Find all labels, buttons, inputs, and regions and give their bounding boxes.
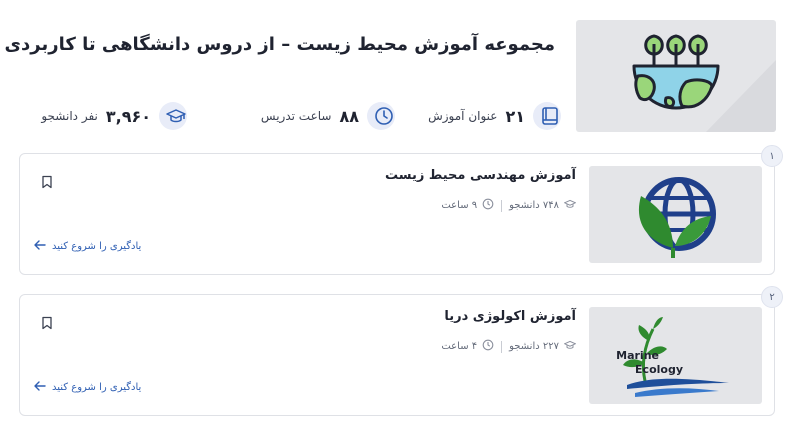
course-meta: ۲۲۷ دانشجو ۴ ساعت: [441, 339, 577, 354]
stat-students-label: نفر دانشجو: [41, 109, 98, 123]
meta-divider: [501, 340, 503, 353]
arrow-left-icon: [34, 381, 46, 394]
arrow-left-icon: [34, 240, 46, 253]
stat-students: ۳,۹۶۰ نفر دانشجو: [41, 102, 187, 130]
clock-icon: [482, 198, 494, 213]
course-card[interactable]: ۱ آموزش مهندسی محیط زیست ۷۴۸ دانشجو ۹ سا…: [19, 145, 783, 275]
course-title[interactable]: آموزش اکولوژی دریا: [444, 309, 576, 324]
collection-cover-image: [576, 20, 776, 132]
course-hours: ۴ ساعت: [441, 341, 478, 352]
stat-hours-value: ۸۸: [339, 106, 359, 126]
bookmark-icon[interactable]: [40, 174, 54, 189]
start-learning-link[interactable]: یادگیری را شروع کنید: [34, 381, 141, 394]
graduation-cap-icon: [563, 198, 577, 213]
stat-hours-label: ساعت تدریس: [260, 109, 332, 123]
stat-courses: ۲۱ عنوان آموزش: [428, 102, 561, 130]
book-icon: [533, 102, 561, 130]
course-thumbnail[interactable]: [589, 166, 762, 263]
meta-divider: [501, 199, 503, 212]
course-index: ۲: [761, 286, 783, 308]
stat-hours: ۸۸ ساعت تدریس: [261, 102, 395, 130]
course-meta: ۷۴۸ دانشجو ۹ ساعت: [441, 198, 577, 213]
ecology-label: Ecology: [635, 363, 683, 376]
course-students: ۷۴۸ دانشجو: [509, 200, 559, 211]
clock-icon: [367, 102, 395, 130]
marine-ecology-logo: Marine Ecology: [616, 317, 729, 397]
stat-students-value: ۳,۹۶۰: [105, 106, 151, 126]
clock-icon: [482, 339, 494, 354]
collection-title: مجموعه آموزش محیط زیست – از دروس دانشگاه…: [4, 34, 555, 55]
bookmark-icon[interactable]: [40, 315, 54, 330]
course-card[interactable]: ۲ Marine Ecology آموزش اکولوژی دریا ۲۲۷ …: [19, 286, 783, 416]
leaf-globe-icon: [638, 177, 716, 258]
course-hours: ۹ ساعت: [441, 200, 478, 211]
course-index: ۱: [761, 145, 783, 167]
course-title[interactable]: آموزش مهندسی محیط زیست: [385, 168, 576, 183]
start-learning-label: یادگیری را شروع کنید: [52, 382, 142, 393]
stat-courses-label: عنوان آموزش: [428, 109, 498, 123]
graduation-cap-icon: [563, 339, 577, 354]
graduation-cap-icon: [159, 102, 187, 130]
start-learning-link[interactable]: یادگیری را شروع کنید: [34, 240, 141, 253]
marine-label: Marine: [616, 349, 659, 362]
environment-globe-trees-icon: [632, 34, 776, 132]
start-learning-label: یادگیری را شروع کنید: [52, 241, 142, 252]
stat-courses-value: ۲۱: [505, 106, 525, 126]
course-thumbnail[interactable]: Marine Ecology: [589, 307, 762, 404]
course-students: ۲۲۷ دانشجو: [509, 341, 559, 352]
